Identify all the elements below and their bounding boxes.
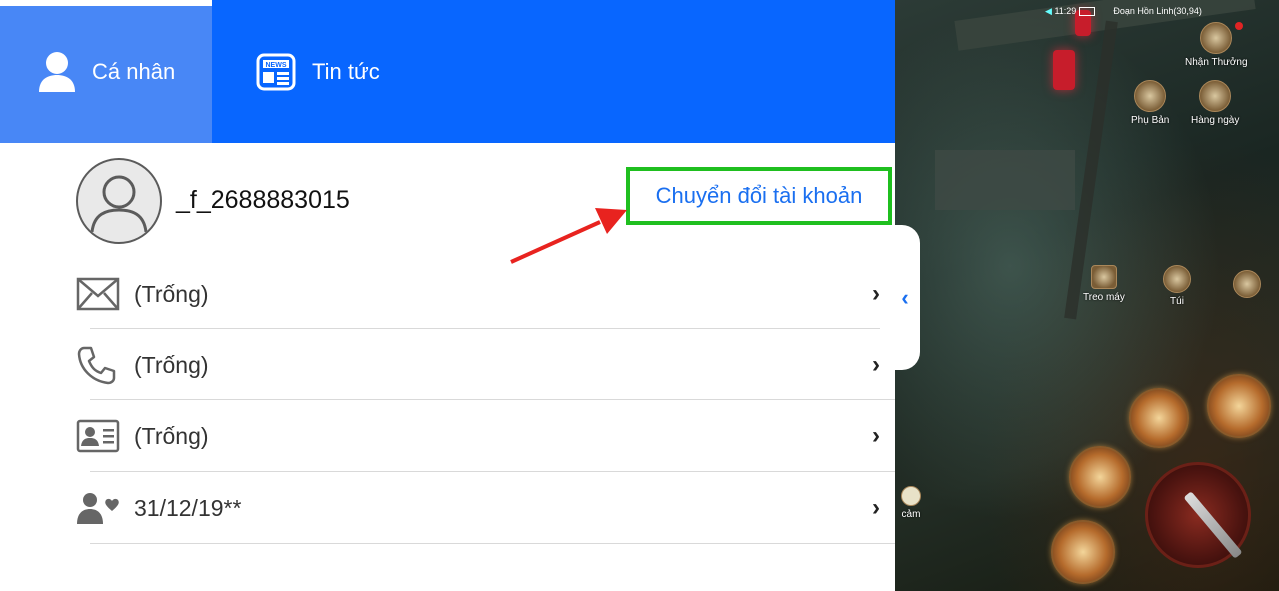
id-card-value: (Trống) (134, 422, 209, 449)
compass-icon (1233, 270, 1261, 298)
clock: 11:29 (1054, 6, 1077, 16)
rewards-icon (1200, 22, 1233, 54)
avatar-placeholder-icon (90, 175, 148, 233)
id-card-row[interactable]: (Trống) › (76, 401, 896, 471)
bag-button[interactable]: Túi (1163, 265, 1191, 307)
switch-account-button[interactable]: Chuyển đổi tài khoản (656, 183, 863, 209)
attack-button[interactable] (1145, 462, 1251, 568)
divider (90, 543, 895, 544)
tab-news[interactable]: NEWS Tin tức (212, 0, 442, 143)
news-icon: NEWS (256, 53, 296, 91)
skill-button[interactable] (1207, 374, 1271, 438)
player-name: Đoạn Hồn Linh(30,94) (1113, 6, 1202, 16)
chevron-right-icon: › (872, 494, 880, 521)
skill-button[interactable] (1069, 446, 1131, 508)
daily-button[interactable]: Hàng ngày (1191, 80, 1239, 126)
phone-row[interactable]: (Trống) › (76, 330, 896, 400)
wifi-icon: ◀ (1045, 6, 1052, 16)
stone-block (935, 150, 1075, 210)
battery-icon (1078, 7, 1095, 17)
emote-button[interactable]: cảm (901, 486, 921, 520)
avatar[interactable] (76, 158, 162, 244)
game-background: ◀ 11:29 Đoạn Hồn Linh(30,94) Nhận Thưởng… (895, 0, 1279, 591)
status-bar: ◀ 11:29 Đoạn Hồn Linh(30,94) (1045, 6, 1202, 17)
tab-news-label: Tin tức (312, 58, 380, 84)
svg-text:NEWS: NEWS (266, 62, 287, 69)
dungeon-button[interactable]: Phụ Bản (1131, 80, 1169, 126)
chevron-right-icon: › (872, 351, 880, 378)
user-heart-icon (76, 491, 120, 525)
email-value: (Trống) (134, 280, 209, 307)
monitor-icon (1090, 265, 1117, 289)
account-panel: Cá nhân NEWS Tin tức _f_2688883015 Chuyể… (0, 0, 895, 591)
id-card-icon (76, 419, 120, 453)
username: _f_2688883015 (176, 186, 350, 214)
birthday-value: 31/12/19** (134, 494, 242, 521)
tab-personal-label: Cá nhân (92, 58, 176, 84)
phone-icon (76, 345, 120, 385)
divider (90, 471, 895, 472)
bag-icon (1163, 265, 1191, 293)
settings-button[interactable] (1233, 270, 1261, 301)
divider (90, 328, 895, 329)
user-icon (38, 51, 76, 93)
skill-button[interactable] (1129, 388, 1189, 448)
emote-icon (901, 486, 921, 506)
divider (90, 399, 895, 400)
sword-icon (1183, 491, 1243, 559)
birthday-row[interactable]: 31/12/19** › (76, 473, 896, 543)
phone-value: (Trống) (134, 351, 209, 378)
chevron-right-icon: › (872, 280, 880, 307)
switch-account-highlight: Chuyển đổi tài khoản (626, 167, 892, 225)
mail-icon (76, 277, 120, 311)
tab-bar: Cá nhân NEWS Tin tức (0, 0, 895, 143)
collapse-panel-button[interactable]: ‹ (880, 225, 920, 370)
notification-dot (1235, 22, 1243, 30)
chevron-left-icon: ‹ (901, 284, 909, 310)
skill-button[interactable] (1051, 520, 1115, 584)
daily-icon (1199, 80, 1232, 112)
red-lantern (1053, 50, 1075, 90)
dungeon-icon (1134, 80, 1167, 112)
email-row[interactable]: (Trống) › (76, 259, 896, 329)
chevron-right-icon: › (872, 422, 880, 449)
afk-button[interactable]: Treo máy (1083, 265, 1125, 303)
tab-personal[interactable]: Cá nhân (0, 0, 212, 143)
